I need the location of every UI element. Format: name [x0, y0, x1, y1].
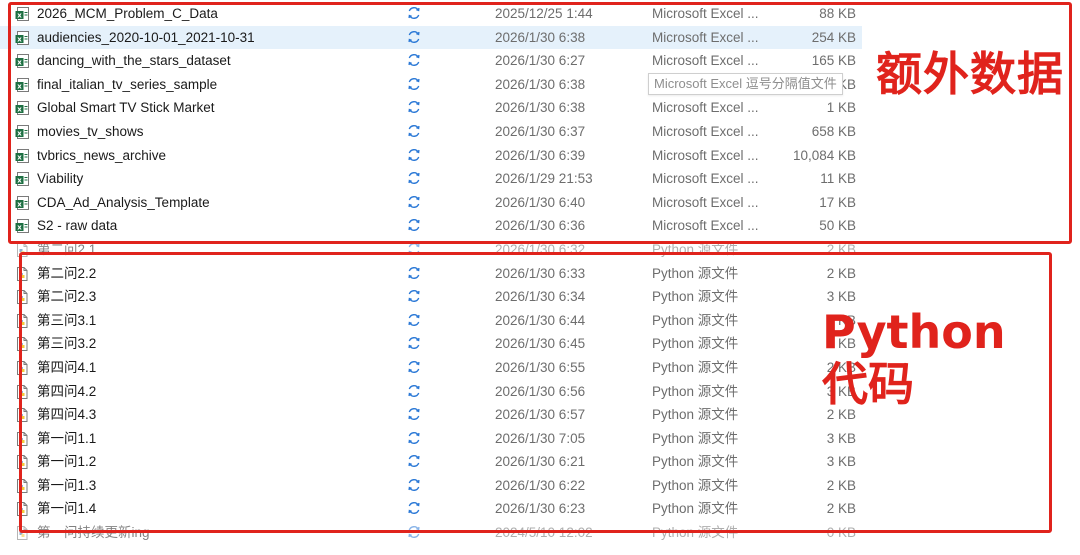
extra-data-annotation: 额外数据	[876, 47, 1064, 101]
python-code-annotation: Python代码	[822, 305, 1006, 411]
file-type-tooltip: Microsoft Excel 逗号分隔值文件	[648, 73, 843, 95]
